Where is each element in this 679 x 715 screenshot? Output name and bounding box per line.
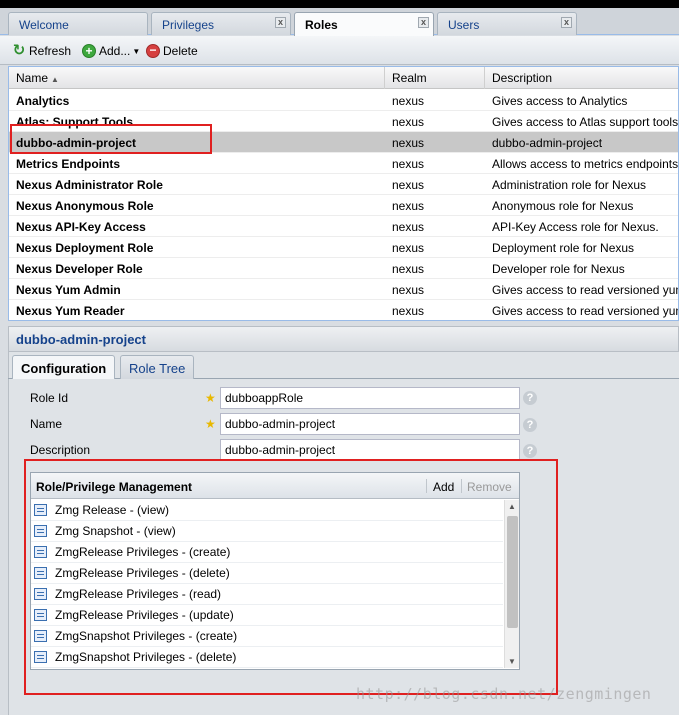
cell-realm: nexus [392,94,425,108]
tab-label: Roles [305,18,338,32]
table-row[interactable]: Metrics Endpoints nexus Allows access to m… [9,153,679,174]
cell-description: Gives access to Analytics [492,94,628,108]
close-icon[interactable]: x [561,17,572,28]
cell-name: Nexus Anonymous Role [16,199,154,213]
cell-name: Nexus Deployment Role [16,241,154,255]
table-row[interactable]: Nexus Developer Role nexus Developer role … [9,258,678,279]
cell-description: Gives access to read versioned yum [492,283,679,297]
cell-description: API-Key Access role for Nexus. [492,220,659,234]
table-row[interactable]: Nexus Anonymous Role nexus Anonymous role … [9,195,678,216]
tab-users[interactable]: Users x [437,12,577,35]
cell-realm: nexus [392,304,425,318]
tab-label: Welcome [19,18,69,32]
cell-realm: nexus [392,115,425,129]
refresh-label: Refresh [29,44,72,58]
cell-description: Developer role for Nexus [492,262,625,276]
cell-realm: nexus [392,283,425,297]
tab-role-tree[interactable]: Role Tree [120,355,195,379]
tab-label: Users [448,18,480,32]
sort-asc-icon: ▲ [51,75,59,84]
cell-description: Deployment role for Nexus [492,241,635,255]
column-header-realm[interactable]: Realm [385,67,485,89]
cell-description: Gives access to read versioned yum [492,304,679,318]
required-star-icon: ★ [205,417,216,431]
cell-name: Nexus Administrator Role [16,178,163,192]
name-label: Name [30,417,63,431]
cell-description: dubbo-admin-project [492,136,603,150]
roles-toolbar: ↻ Refresh + Add... ▼ − Delete [0,36,679,65]
cell-name: Nexus API-Key Access [16,220,146,234]
cell-description: Anonymous role for Nexus [492,199,634,213]
close-icon[interactable]: x [418,17,429,28]
role-id-label: Role Id [30,391,69,405]
delete-label: Delete [163,44,198,58]
cell-realm: nexus [392,220,425,234]
table-row[interactable]: Nexus Yum Admin nexus Gives access to read… [9,279,679,300]
cell-name: Nexus Developer Role [16,262,143,276]
table-row[interactable]: Nexus Yum Reader nexus Gives access to rea… [9,300,679,320]
cell-realm: nexus [392,199,425,213]
highlight-box-selected-role [10,124,212,154]
detail-subtab-bar: Configuration Role Tree [8,352,679,379]
required-star-icon: ★ [205,391,216,405]
refresh-button[interactable]: ↻ Refresh [12,42,71,60]
top-strip [0,0,679,8]
description-label: Description [30,443,91,457]
roles-grid: Name ▲ Realm Description Analytics nexus Gi… [8,66,679,321]
add-icon: + [82,44,96,58]
cell-description: Gives access to Atlas support tools [492,115,679,129]
cell-realm: nexus [392,136,425,150]
highlight-box-privileges [24,459,558,695]
cell-realm: nexus [392,262,425,276]
table-row[interactable]: Analytics nexus Gives access to Analytics [9,90,678,111]
close-icon[interactable]: x [275,17,286,28]
cell-name: Nexus Yum Admin [16,283,121,297]
grid-header: Name ▲ Realm Description [9,67,678,89]
chevron-down-icon: ▼ [132,46,141,56]
cell-realm: nexus [392,178,425,192]
delete-button[interactable]: − Delete [146,42,198,60]
help-icon[interactable]: ? [523,391,537,405]
column-header-name[interactable]: Name ▲ [9,67,385,89]
main-tab-bar: Welcome Privileges x Roles x Users x [0,8,679,36]
tab-roles[interactable]: Roles x [294,12,434,36]
cell-realm: nexus [392,157,425,171]
description-field[interactable] [220,439,520,461]
cell-realm: nexus [392,241,425,255]
cell-name: Analytics [16,94,70,108]
tab-privileges[interactable]: Privileges x [151,12,291,35]
cell-name: Nexus Yum Reader [16,304,125,318]
table-row[interactable]: Nexus Administrator Role nexus Administrat… [9,174,678,195]
delete-icon: − [146,44,160,58]
refresh-icon: ↻ [12,42,26,59]
tab-configuration[interactable]: Configuration [12,355,116,379]
tab-label: Privileges [162,18,215,32]
table-row[interactable]: Nexus API-Key Access nexus API-Key Access … [9,216,678,237]
column-header-description[interactable]: Description [485,67,678,89]
add-button[interactable]: + Add... ▼ [82,42,140,60]
cell-description: Allows access to metrics endpoints [492,157,679,171]
role-id-field[interactable] [220,387,520,409]
tab-welcome[interactable]: Welcome [8,12,148,35]
table-row[interactable]: Nexus Deployment Role nexus Deployment rol… [9,237,678,258]
cell-description: Administration role for Nexus [492,178,647,192]
help-icon[interactable]: ? [523,444,537,458]
watermark: http://blog.csdn.net/zengmingen [356,685,652,703]
cell-name: Metrics Endpoints [16,157,121,171]
add-label: Add... [99,44,131,58]
detail-panel-title: dubbo-admin-project [8,326,679,352]
help-icon[interactable]: ? [523,418,537,432]
name-field[interactable] [220,413,520,435]
